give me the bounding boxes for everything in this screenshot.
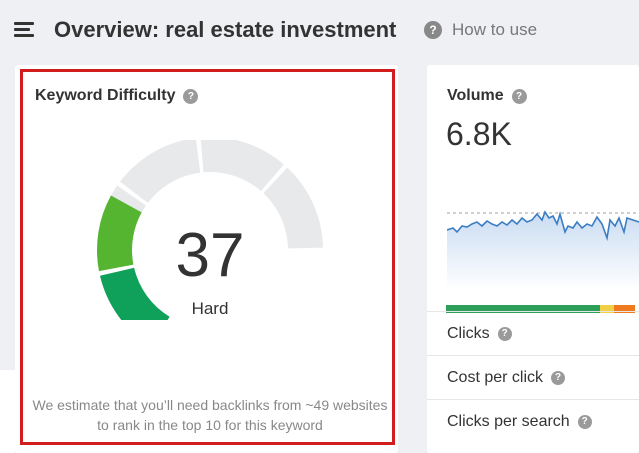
keyword-difficulty-label: Keyword Difficulty (35, 87, 176, 104)
clicks-metric: Clicks ? (427, 311, 639, 355)
keyword-difficulty-rating: Hard (191, 299, 229, 318)
how-to-use-label: How to use (452, 20, 538, 39)
page-header: Overview: real estate investment ? How t… (0, 0, 639, 62)
page-title: Overview: real estate investment (54, 17, 397, 42)
clicks-per-search-metric: Clicks per search ? (427, 399, 639, 443)
volume-label: Volume (447, 87, 504, 104)
clicks-per-search-label: Clicks per search (447, 412, 570, 430)
help-icon[interactable]: ? (551, 370, 566, 385)
help-icon[interactable]: ? (183, 88, 199, 104)
keyword-difficulty-score: 37 (175, 221, 245, 290)
volume-value: 6.8K (446, 116, 512, 152)
volume-title: Volume ? (447, 87, 527, 105)
gauge-track-segment (200, 140, 284, 191)
cost-per-click-label: Cost per click (447, 368, 544, 386)
gauge-track-segment (119, 140, 201, 203)
backlinks-estimate: We estimate that you’ll need backlinks f… (32, 397, 388, 433)
how-to-use-link[interactable]: ? How to use (424, 20, 537, 40)
help-icon: ? (424, 21, 442, 39)
help-icon[interactable]: ? (511, 88, 527, 104)
keyword-difficulty-title: Keyword Difficulty ? (35, 87, 199, 105)
menu-icon[interactable] (14, 22, 34, 38)
help-icon[interactable]: ? (497, 326, 512, 341)
sparkline-area (447, 212, 639, 290)
help-icon[interactable]: ? (577, 414, 592, 429)
clicks-label: Clicks (447, 324, 490, 342)
cost-per-click-metric: Cost per click ? (427, 355, 639, 399)
volume-sparkline (447, 210, 639, 290)
left-card-edge (0, 370, 15, 453)
